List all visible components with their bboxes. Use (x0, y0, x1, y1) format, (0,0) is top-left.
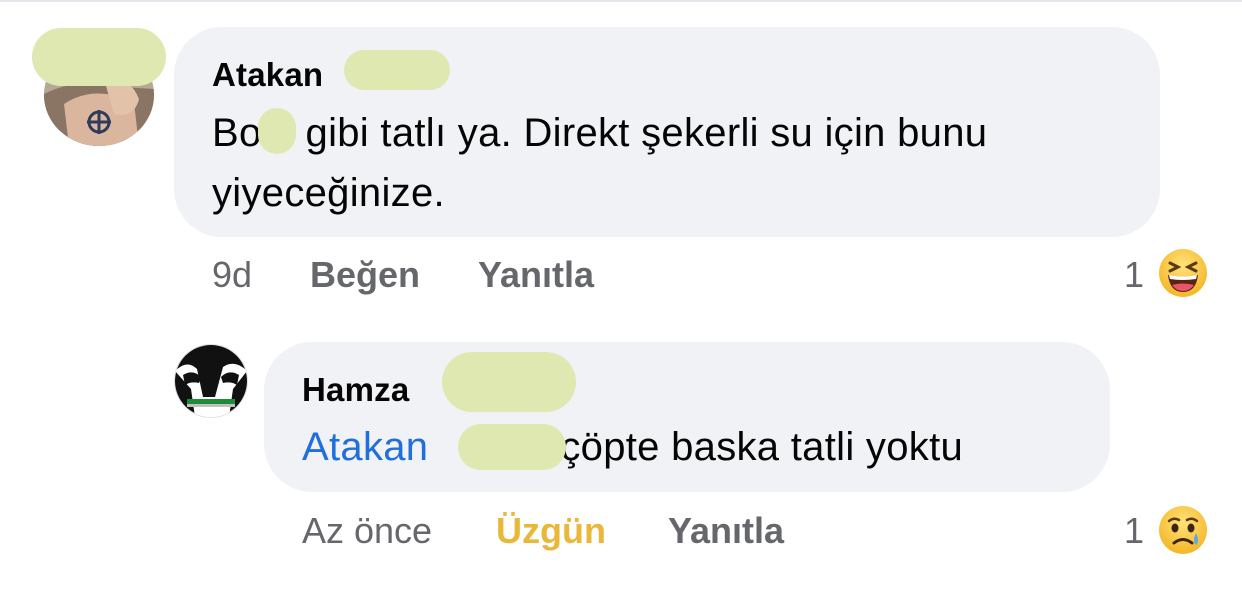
comment-text-rest: gibi tatlı ya. Direkt şekerli su için bu… (305, 111, 988, 155)
like-button[interactable]: Beğen (310, 254, 420, 296)
comment-actions: Az önce Üzgün Yanıtla (302, 510, 822, 554)
redacted-area (344, 50, 450, 90)
avatar[interactable] (174, 344, 248, 418)
reply-button[interactable]: Yanıtla (478, 254, 594, 296)
comment-text-line1: Bo gibi tatlı ya. Direkt şekerli su için … (212, 104, 1152, 162)
redacted-area (442, 352, 576, 412)
laughing-emoji-icon[interactable] (1158, 248, 1208, 303)
reaction-count[interactable]: 1 (1124, 510, 1144, 552)
comment-author[interactable]: Hamza (302, 371, 409, 409)
profile-photo-icon (175, 345, 247, 417)
reaction-count[interactable]: 1 (1124, 254, 1144, 296)
comment-text: Atakan çöpte baska tatli yoktu (302, 418, 1102, 476)
comment-text-start: Bo (212, 111, 262, 155)
comment-actions: 9d Beğen Yanıtla (212, 254, 712, 298)
sad-tear-emoji-icon[interactable] (1158, 505, 1208, 560)
mention-link[interactable]: Atakan (302, 425, 428, 469)
reply-button[interactable]: Yanıtla (668, 510, 784, 552)
comment-text-line2: yiyeceğinize. (212, 171, 445, 215)
sad-reaction-button[interactable]: Üzgün (496, 510, 606, 552)
comment-time[interactable]: Az önce (302, 510, 432, 552)
comment-author[interactable]: Atakan (212, 56, 323, 94)
redacted-area (258, 108, 296, 154)
redacted-area (458, 424, 566, 470)
comment-text-content: çöpte baska tatli yoktu (560, 425, 964, 469)
redacted-area (32, 28, 166, 86)
top-divider (0, 0, 1242, 2)
comment-time[interactable]: 9d (212, 254, 252, 296)
